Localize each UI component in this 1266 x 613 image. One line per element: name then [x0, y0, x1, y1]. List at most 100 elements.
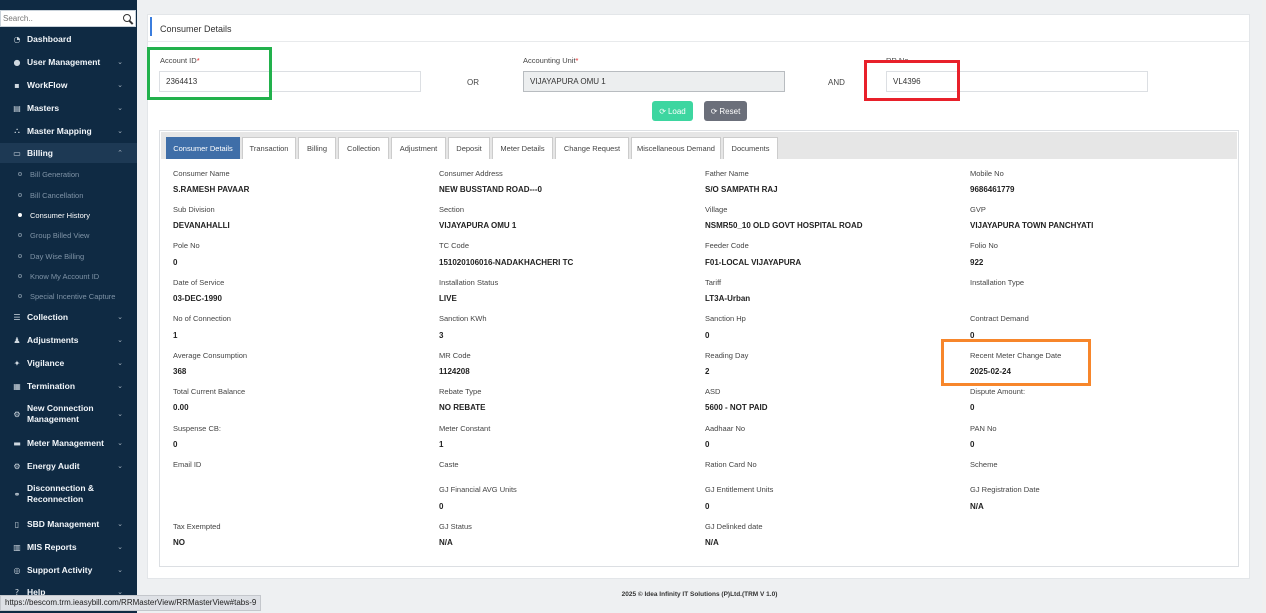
chevron-icon: ⌃	[117, 149, 123, 157]
tab-meter-details[interactable]: Meter Details	[492, 137, 553, 159]
load-button[interactable]: ⟳ Load	[652, 101, 693, 121]
chevron-icon: ⌄	[117, 58, 123, 66]
sidebar-item-label: Vigilance	[27, 357, 65, 368]
tab-adjustment[interactable]: Adjustment	[391, 137, 446, 159]
bullet-icon	[18, 213, 22, 217]
support-icon: ◎	[13, 565, 21, 575]
rr-no-label: RR No	[886, 56, 909, 65]
sidebar-item-support-activity[interactable]: ◎ Support Activity ⌄	[0, 560, 137, 580]
mr-code-label: MR Code	[439, 351, 471, 360]
search-icon[interactable]	[121, 12, 135, 26]
tab-change-request[interactable]: Change Request	[555, 137, 629, 159]
chevron-icon: ⌄	[117, 359, 123, 367]
or-separator: OR	[467, 78, 479, 87]
card-header: Consumer Details	[148, 15, 1249, 42]
consumer-address-label: Consumer Address	[439, 169, 503, 178]
sidebar-item-workflow[interactable]: ▪ WorkFlow ⌄	[0, 75, 137, 95]
installation-status-value: LIVE	[439, 294, 457, 303]
sidebar-item-adjustments[interactable]: ♟ Adjustments ⌄	[0, 330, 137, 350]
bullet-icon	[18, 274, 22, 278]
gear-icon: ⚙	[13, 409, 21, 419]
sidebar-item-master-mapping[interactable]: ⛬ Master Mapping ⌄	[0, 121, 137, 141]
mobile-no-value: 9686461779	[970, 185, 1015, 194]
sidebar-item-dashboard[interactable]: ◔ Dashboard	[0, 29, 137, 49]
tab-transaction[interactable]: Transaction	[242, 137, 296, 159]
installation-status-label: Installation Status	[439, 278, 499, 287]
folio-no-label: Folio No	[970, 241, 998, 250]
account-id-input[interactable]	[159, 71, 421, 92]
sbd-icon: ▯	[14, 519, 20, 529]
consumer-name-label: Consumer Name	[173, 169, 230, 178]
email-id-label: Email ID	[173, 460, 202, 469]
tc-code-label: TC Code	[439, 241, 470, 250]
gears-icon: ⚙	[13, 461, 21, 471]
no-of-connection-label: No of Connection	[173, 314, 231, 323]
sub-division-label: Sub Division	[173, 205, 215, 214]
submenu-item-special-incentive-capture[interactable]: Special Incentive Capture	[0, 286, 137, 306]
meter-constant-value: 1	[439, 440, 444, 449]
accounting-unit-label: Accounting Unit*	[523, 56, 579, 65]
total-current-balance-label: Total Current Balance	[173, 387, 246, 396]
submenu-item-bill-generation[interactable]: Bill Generation	[0, 164, 137, 184]
rr-no-input[interactable]	[886, 71, 1148, 92]
sidebar-item-meter-management[interactable]: ▬ Meter Management ⌄	[0, 433, 137, 453]
sidebar-item-label: Adjustments	[27, 334, 79, 345]
tab-billing[interactable]: Billing	[298, 137, 336, 159]
header-accent-bar	[150, 17, 152, 36]
sidebar-item-masters[interactable]: ▤ Masters ⌄	[0, 98, 137, 118]
tab-miscellaneous-demand[interactable]: Miscellaneous Demand	[631, 137, 721, 159]
submenu-item-group-billed-view[interactable]: Group Billed View	[0, 225, 137, 245]
suspense-cb-value: 0	[173, 440, 178, 449]
submenu-item-bill-cancellation[interactable]: Bill Cancellation	[0, 185, 137, 205]
dispute-amount-label: Dispute Amount:	[970, 387, 1026, 396]
sidebar-item-billing[interactable]: ▭ Billing ⌃	[0, 143, 137, 163]
sidebar-item-mis-reports[interactable]: ▥ MIS Reports ⌄	[0, 537, 137, 557]
bullet-icon	[18, 233, 22, 237]
chart-icon: ▥	[13, 542, 21, 552]
sidebar-item-label: New Connection Management	[27, 403, 94, 424]
gvp-label: GVP	[970, 205, 986, 214]
sidebar-item-disconnection-reconnection[interactable]: ⚭ Disconnection & Reconnection	[0, 479, 137, 509]
sidebar-item-vigilance[interactable]: ✦ Vigilance ⌄	[0, 353, 137, 373]
accounting-unit-select[interactable]	[523, 71, 785, 92]
sidebar-item-label: User Management	[27, 56, 101, 67]
gj-registration-date-value: N/A	[970, 502, 984, 511]
dispute-amount-value: 0	[970, 403, 975, 412]
sidebar-item-termination[interactable]: ▦ Termination ⌄	[0, 376, 137, 396]
page-scrollbar[interactable]	[1262, 0, 1266, 613]
tab-documents[interactable]: Documents	[723, 137, 778, 159]
tab-collection[interactable]: Collection	[338, 137, 389, 159]
sidebar-item-sbd-management[interactable]: ▯ SBD Management ⌄	[0, 514, 137, 534]
submenu-item-know-my-account-id[interactable]: Know My Account ID	[0, 266, 137, 286]
chevron-icon: ⌄	[117, 313, 123, 321]
no-of-connection-value: 1	[173, 331, 178, 340]
page-title: Consumer Details	[160, 24, 232, 34]
and-separator: AND	[828, 78, 845, 87]
gvp-value: VIJAYAPURA TOWN PANCHYATI	[970, 221, 1094, 230]
submenu-item-label: Bill Generation	[30, 169, 80, 179]
chevron-icon: ⌄	[117, 410, 123, 418]
sidebar-item-user-management[interactable]: ● User Management ⌄	[0, 52, 137, 72]
tab-consumer-details[interactable]: Consumer Details	[166, 137, 240, 159]
gj-financial-avg-units-label: GJ Financial AVG Units	[439, 485, 517, 494]
tc-code-value: 151020106016-NADAKHACHERI TC	[439, 258, 574, 267]
sidebar-item-label: WorkFlow	[27, 79, 68, 90]
sidebar-item-energy-audit[interactable]: ⚙ Energy Audit ⌄	[0, 456, 137, 476]
submenu-item-consumer-history[interactable]: Consumer History	[0, 205, 137, 225]
sidebar-item-new-connection-management[interactable]: ⚙ New Connection Management ⌄	[0, 399, 137, 429]
sidebar-item-label: Masters	[27, 102, 60, 113]
reading-day-label: Reading Day	[705, 351, 749, 360]
asd-label: ASD	[705, 387, 721, 396]
tax-exempted-label: Tax Exempted	[173, 522, 221, 531]
feeder-code-label: Feeder Code	[705, 241, 749, 250]
asd-value: 5600 - NOT PAID	[705, 403, 768, 412]
sidebar-item-collection[interactable]: ☰ Collection ⌄	[0, 307, 137, 327]
sidebar-item-label: Billing	[27, 147, 53, 158]
tab-deposit[interactable]: Deposit	[448, 137, 490, 159]
sidebar-search-input[interactable]	[1, 11, 121, 26]
submenu-item-day-wise-billing[interactable]: Day Wise Billing	[0, 246, 137, 266]
sidebar-item-label: Dashboard	[27, 33, 72, 44]
reset-button[interactable]: ⟳ Reset	[704, 101, 747, 121]
chevron-icon: ⌄	[117, 520, 123, 528]
gj-status-label: GJ Status	[439, 522, 472, 531]
